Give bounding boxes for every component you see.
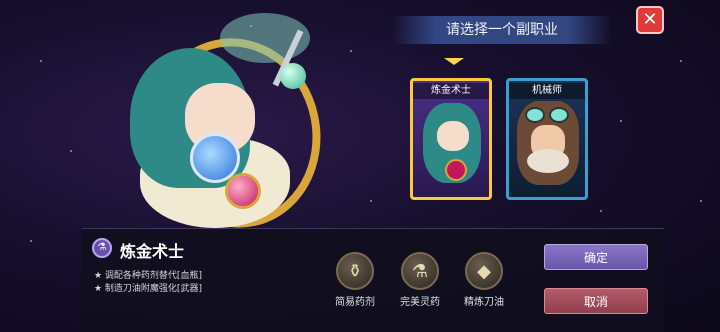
class-card-label: 机械师 xyxy=(509,83,585,99)
class-card-mechanic[interactable]: 机械师 xyxy=(506,78,588,200)
class-description-line: ★ 制造刀油附魔强化[武器] xyxy=(94,284,202,294)
selection-arrow-icon xyxy=(444,58,464,65)
elixir-icon: ⚗ xyxy=(401,252,439,290)
oil-icon: ◆ xyxy=(465,252,503,290)
red-gem xyxy=(225,173,261,209)
page-title: 请选择一个副职业 xyxy=(392,16,612,44)
item-label: 精炼刀油 xyxy=(464,297,504,308)
close-button[interactable]: ✕ xyxy=(636,6,664,34)
green-orb xyxy=(280,63,306,89)
class-card-label: 炼金术士 xyxy=(413,83,489,99)
alchemist-portrait xyxy=(110,8,338,244)
item-perfect-elixir[interactable]: ⚗ 完美灵药 xyxy=(393,252,447,308)
item-label: 完美灵药 xyxy=(400,297,440,308)
item-label: 简易药剂 xyxy=(335,297,375,308)
class-card-alchemist[interactable]: 炼金术士 xyxy=(410,78,492,200)
class-name: 炼金术士 xyxy=(120,242,185,261)
cancel-button[interactable]: 取消 xyxy=(544,288,648,314)
potion-icon: ⚱ xyxy=(336,252,374,290)
mechanic-thumbnail xyxy=(517,101,579,185)
alchemist-thumbnail xyxy=(423,103,481,183)
confirm-button[interactable]: 确定 xyxy=(544,244,648,270)
item-refined-oil[interactable]: ◆ 精炼刀油 xyxy=(457,252,511,308)
class-description-line: ★ 调配各种药剂替代[血瓶] xyxy=(94,271,202,281)
item-simple-potion[interactable]: ⚱ 简易药剂 xyxy=(328,252,382,308)
alchemist-class-icon: ⚗ xyxy=(92,238,112,258)
